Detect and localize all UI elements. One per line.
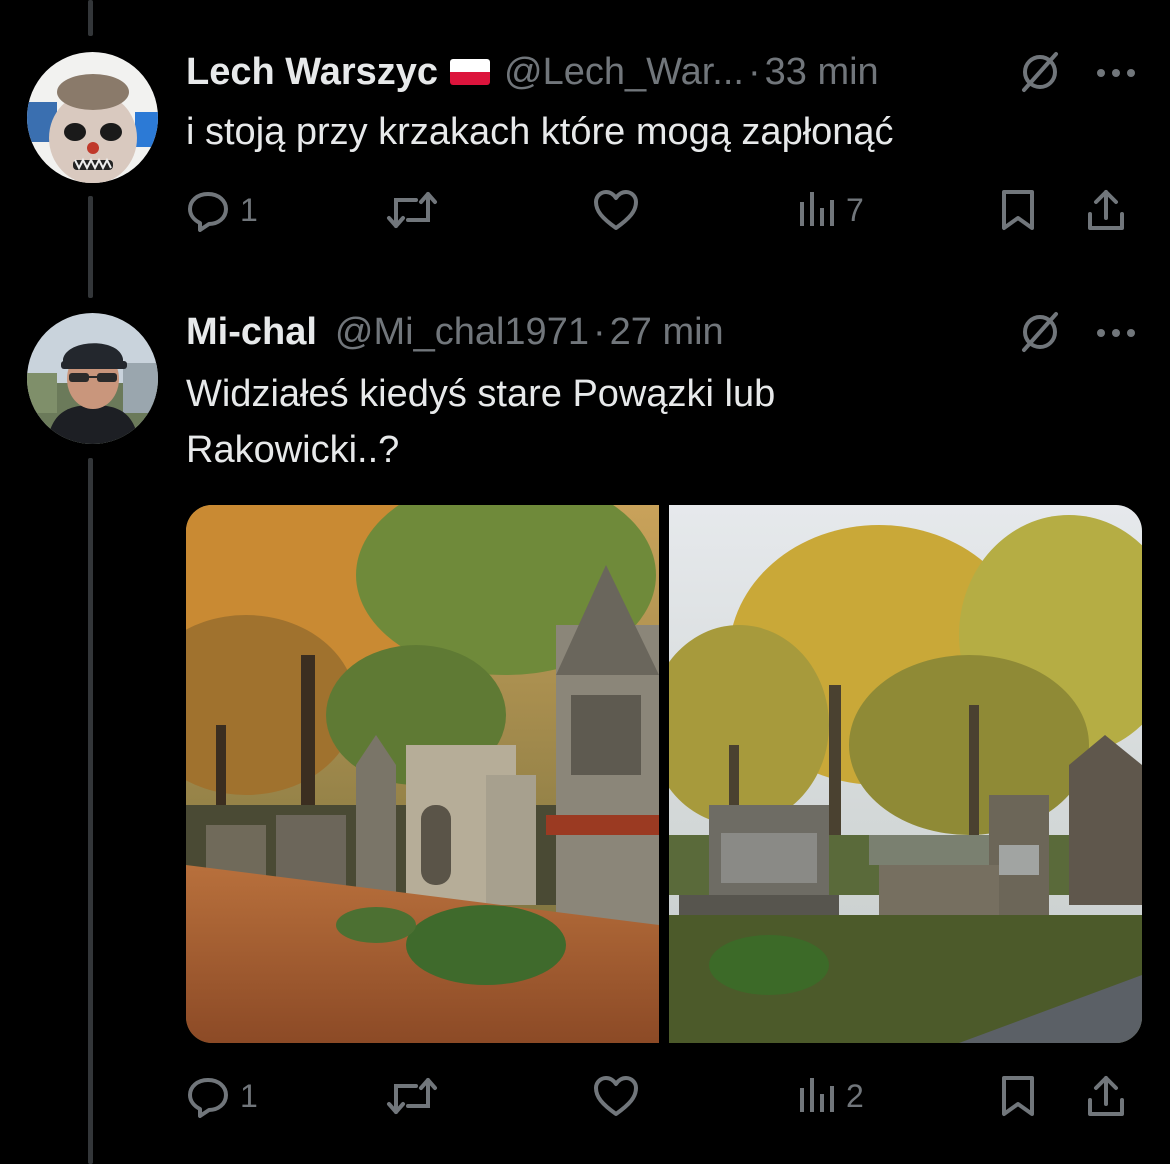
avatar[interactable] (27, 313, 158, 444)
thread-line-middle (88, 196, 93, 298)
post-text-line-1: Widziałeś kiedyś stare Powązki lub (186, 373, 776, 415)
share-button[interactable] (1084, 186, 1128, 234)
thread-line-bottom (88, 458, 93, 1164)
more-icon[interactable] (1094, 326, 1138, 340)
views-count: 7 (846, 191, 864, 228)
timestamp[interactable]: 27 min (610, 311, 724, 354)
action-bar: 1 2 (186, 1072, 1136, 1120)
media-image-2[interactable] (669, 505, 1142, 1043)
display-name[interactable]: Lech Warszyc (186, 51, 438, 94)
share-icon (1088, 1076, 1124, 1116)
post-header: Mi-chal @Mi_chal1971 · 27 min (186, 308, 724, 356)
like-button[interactable] (592, 1072, 640, 1120)
views-button[interactable]: 7 (796, 186, 864, 234)
bookmark-button[interactable] (998, 186, 1038, 234)
views-icon (800, 192, 834, 226)
share-button[interactable] (1084, 1072, 1128, 1120)
reply-count: 1 (240, 1077, 258, 1114)
bookmark-icon (1002, 190, 1034, 230)
post-text-line-2: Rakowicki..? (186, 429, 400, 471)
repost-icon (387, 192, 437, 228)
media-divider (659, 505, 669, 1043)
bookmark-button[interactable] (998, 1072, 1038, 1120)
views-icon (800, 1078, 834, 1112)
grok-icon[interactable] (1018, 310, 1062, 354)
bookmark-icon (1002, 1076, 1034, 1116)
repost-button[interactable] (386, 186, 438, 234)
user-handle[interactable]: @Mi_chal1971 (335, 311, 589, 354)
display-name[interactable]: Mi-chal (186, 311, 317, 354)
media-image-1[interactable] (186, 505, 659, 1043)
views-button[interactable]: 2 (796, 1072, 864, 1120)
repost-button[interactable] (386, 1072, 438, 1120)
timestamp[interactable]: 33 min (765, 51, 879, 94)
reply-icon (188, 192, 228, 232)
user-handle[interactable]: @Lech_War... (504, 51, 744, 94)
media-grid (186, 505, 1142, 1043)
poland-flag-icon (450, 59, 491, 85)
reply-button[interactable]: 1 (186, 1072, 258, 1120)
reply-count: 1 (240, 191, 258, 228)
reply-button[interactable]: 1 (186, 186, 258, 234)
post-header: Lech Warszyc @Lech_War... · 33 min (186, 48, 879, 96)
thread-line-top (88, 0, 93, 36)
share-icon (1088, 190, 1124, 230)
post-text: Widziałeś kiedyś stare Powązki lub Rakow… (186, 366, 1126, 478)
reply-icon (188, 1078, 228, 1118)
separator-dot: · (592, 310, 606, 353)
like-icon (594, 190, 638, 230)
repost-icon (387, 1078, 437, 1114)
avatar[interactable] (27, 52, 158, 183)
action-bar: 1 7 (186, 186, 1136, 234)
like-icon (594, 1076, 638, 1116)
views-count: 2 (846, 1077, 864, 1114)
like-button[interactable] (592, 186, 640, 234)
more-icon[interactable] (1094, 66, 1138, 80)
post-text: i stoją przy krzakach które mogą zapłoną… (186, 111, 894, 153)
grok-icon[interactable] (1018, 50, 1062, 94)
separator-dot: · (747, 50, 761, 93)
